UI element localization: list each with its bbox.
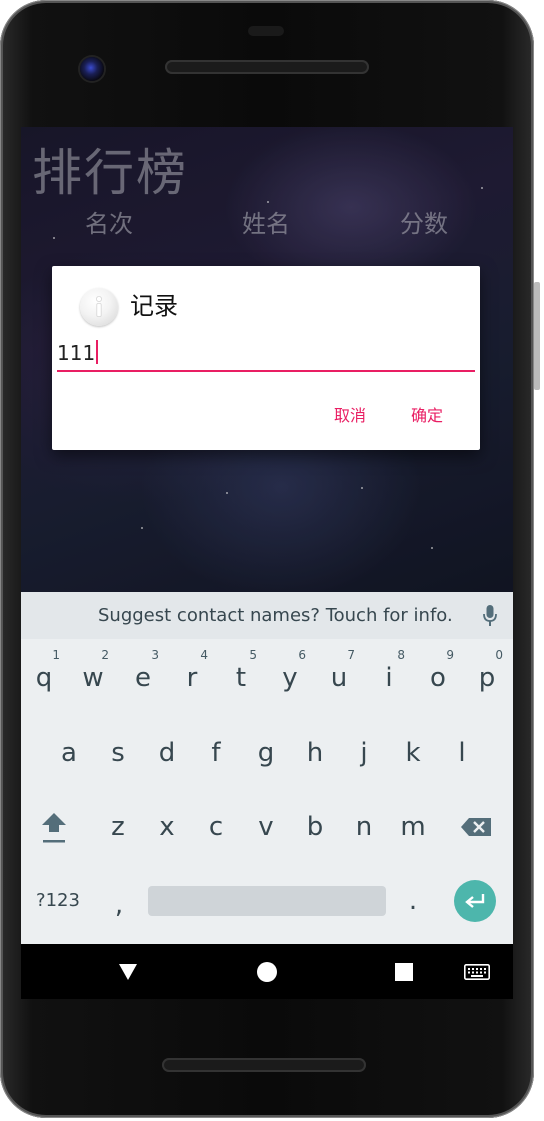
key-n[interactable]: n — [344, 802, 384, 852]
key-hint: 7 — [347, 648, 355, 662]
comma-key[interactable]: , — [99, 880, 139, 930]
phone-frame: 排行榜 名次 姓名 分数 记录 111 取消 确定 Suggest contac… — [0, 0, 540, 1118]
key-k[interactable]: k — [393, 728, 433, 778]
key-label: w — [82, 663, 104, 693]
record-dialog: 记录 111 取消 确定 — [52, 266, 480, 450]
key-label: u — [330, 663, 348, 693]
keyboard-icon[interactable] — [464, 964, 490, 980]
key-label: i — [385, 663, 393, 693]
volume-button — [534, 320, 540, 390]
key-label: y — [282, 663, 298, 693]
key-q[interactable]: q1 — [24, 648, 64, 703]
key-g[interactable]: g — [246, 728, 286, 778]
key-a[interactable]: a — [49, 728, 89, 778]
key-label: t — [235, 663, 247, 693]
symbols-key[interactable]: ?123 — [34, 876, 82, 926]
key-w[interactable]: w2 — [73, 648, 113, 703]
key-e[interactable]: e3 — [123, 648, 163, 703]
key-p[interactable]: p0 — [467, 648, 507, 703]
leaderboard-screen: 排行榜 名次 姓名 分数 记录 111 取消 确定 — [21, 127, 513, 592]
space-bar[interactable] — [148, 886, 386, 916]
key-i[interactable]: i8 — [369, 648, 409, 703]
key-hint: 2 — [101, 648, 109, 662]
key-c[interactable]: c — [196, 802, 236, 852]
key-label: e — [135, 663, 151, 693]
key-o[interactable]: o9 — [418, 648, 458, 703]
key-hint: 9 — [446, 648, 454, 662]
key-hint: 5 — [249, 648, 257, 662]
key-z[interactable]: z — [98, 802, 138, 852]
bottom-speaker — [162, 1058, 366, 1072]
home-circle-icon[interactable] — [256, 961, 278, 983]
key-h[interactable]: h — [295, 728, 335, 778]
key-v[interactable]: v — [246, 802, 286, 852]
key-s[interactable]: s — [98, 728, 138, 778]
soft-keyboard: Suggest contact names? Touch for info. q… — [21, 592, 513, 944]
enter-icon — [465, 894, 485, 908]
key-label: r — [186, 663, 198, 693]
key-m[interactable]: m — [393, 802, 433, 852]
screen: 排行榜 名次 姓名 分数 记录 111 取消 确定 Suggest contac… — [21, 127, 513, 999]
text-caret — [96, 340, 99, 364]
key-b[interactable]: b — [295, 802, 335, 852]
key-y[interactable]: y6 — [270, 648, 310, 703]
period-key[interactable]: . — [393, 876, 433, 926]
key-hint: 3 — [151, 648, 159, 662]
confirm-button[interactable]: 确定 — [411, 402, 443, 430]
key-j[interactable]: j — [344, 728, 384, 778]
mic-icon[interactable] — [483, 604, 497, 628]
top-notch — [248, 26, 284, 36]
suggestion-strip[interactable]: Suggest contact names? Touch for info. — [21, 592, 513, 639]
record-input-value: 111 — [57, 341, 96, 365]
earpiece-speaker — [165, 60, 369, 74]
key-label: p — [478, 663, 496, 693]
back-triangle-icon[interactable] — [117, 962, 139, 982]
key-t[interactable]: t5 — [221, 648, 261, 703]
info-icon — [80, 288, 118, 326]
backspace-key[interactable] — [457, 802, 497, 852]
key-hint: 4 — [200, 648, 208, 662]
shift-key[interactable] — [34, 802, 74, 852]
suggestion-text[interactable]: Suggest contact names? Touch for info. — [98, 603, 453, 629]
key-x[interactable]: x — [147, 802, 187, 852]
key-l[interactable]: l — [442, 728, 482, 778]
front-camera — [80, 57, 104, 81]
key-hint: 6 — [298, 648, 306, 662]
key-label: q — [35, 663, 53, 693]
key-hint: 8 — [397, 648, 405, 662]
key-hint: 0 — [495, 648, 503, 662]
key-label: o — [430, 663, 446, 693]
backspace-icon — [461, 818, 491, 836]
navigation-bar — [21, 944, 513, 999]
shift-icon — [42, 813, 66, 843]
key-r[interactable]: r4 — [172, 648, 212, 703]
record-input[interactable]: 111 — [57, 338, 475, 372]
key-hint: 1 — [52, 648, 60, 662]
enter-key[interactable] — [454, 880, 496, 922]
cancel-button[interactable]: 取消 — [334, 402, 366, 430]
key-d[interactable]: d — [147, 728, 187, 778]
key-u[interactable]: u7 — [319, 648, 359, 703]
recents-square-icon[interactable] — [395, 963, 413, 981]
dialog-title: 记录 — [130, 292, 178, 320]
key-f[interactable]: f — [196, 728, 236, 778]
